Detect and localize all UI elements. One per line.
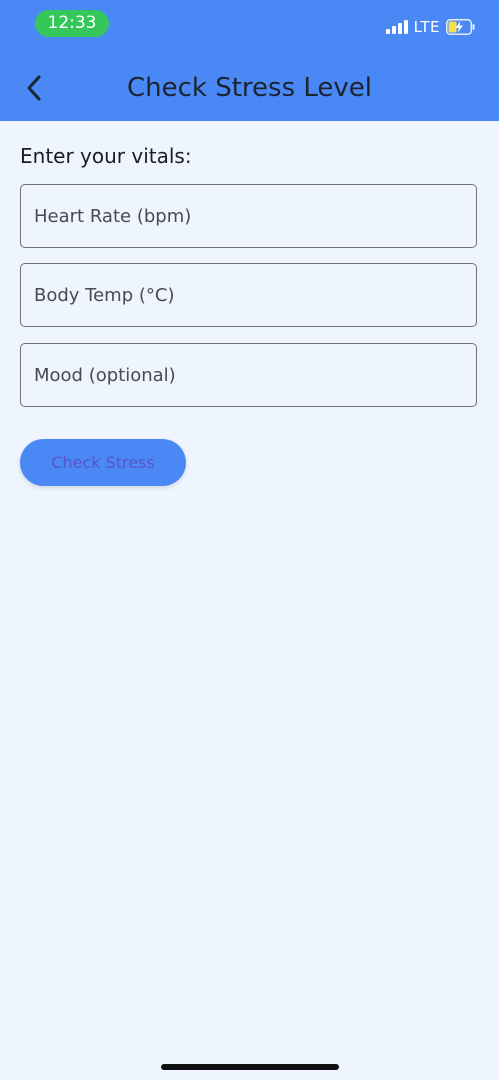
status-indicators: LTE [385,16,475,38]
mood-field[interactable] [20,343,477,407]
vitals-section-label: Enter your vitals: [20,144,192,168]
page-title: Check Stress Level [126,73,373,103]
body-temp-field[interactable] [20,263,477,327]
network-type-label: LTE [413,18,440,36]
home-indicator[interactable] [161,1064,339,1070]
body-temp-input[interactable] [21,264,476,326]
status-time: 12:33 [35,10,109,37]
battery-charging-icon [446,19,475,35]
heart-rate-input[interactable] [21,185,476,247]
mood-input[interactable] [21,344,476,406]
check-stress-button[interactable]: Check Stress [20,439,186,486]
signal-strength-icon [385,20,408,34]
heart-rate-field[interactable] [20,184,477,248]
app-header: 12:33 LTE Check Stress Level [0,0,499,121]
